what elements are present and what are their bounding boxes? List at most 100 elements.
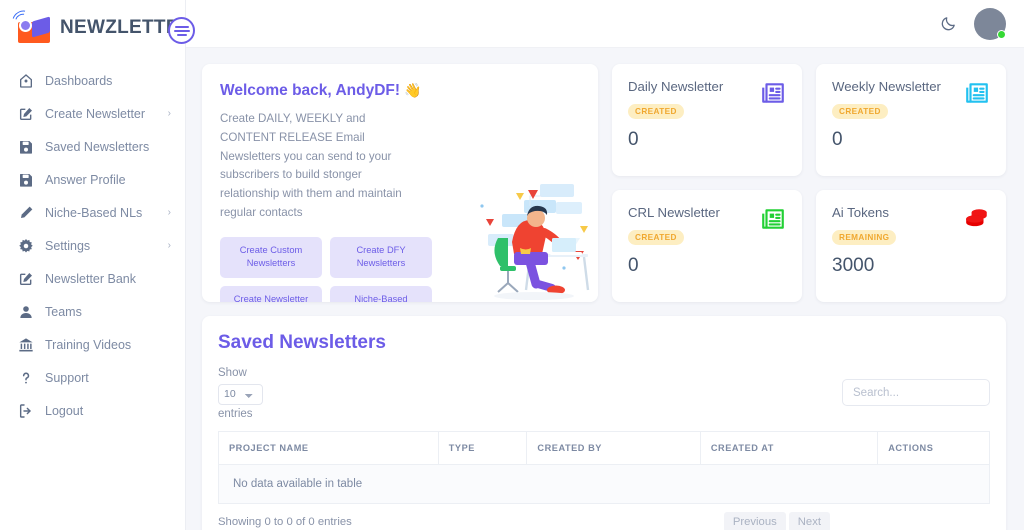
newspaper-icon — [760, 206, 786, 232]
sidebar-item-saved-newsletters[interactable]: Saved Newsletters — [0, 130, 185, 163]
status-badge: CREATED — [832, 104, 888, 119]
stat-card-ai-tokens: Ai Tokens REMAINING 3000 — [816, 190, 1006, 302]
table-row: No data available in table — [218, 464, 990, 505]
stat-card-daily-newsletter: Daily Newsletter CREATED 0 — [612, 64, 802, 176]
sidebar-item-support[interactable]: Support — [0, 361, 185, 394]
show-label: Show — [218, 367, 247, 379]
status-badge: REMAINING — [832, 230, 897, 245]
welcome-title: Welcome back, AndyDF! 👋 — [220, 82, 598, 100]
stat-card-value: 0 — [628, 255, 639, 276]
stat-card-crl-newsletter: CRL Newsletter CREATED 0 — [612, 190, 802, 302]
sidebar-item-teams[interactable]: Teams — [0, 295, 185, 328]
column-header-project-name[interactable]: PROJECT NAME — [218, 431, 439, 466]
chevron-right-icon: › — [167, 107, 171, 119]
table-body: No data available in table — [218, 464, 990, 505]
welcome-description: Create DAILY, WEEKLY and CONTENT RELEASE… — [220, 112, 402, 219]
sidebar-item-label: Create Newsletter — [45, 106, 146, 121]
sidebar-item-label: Dashboards — [45, 73, 113, 88]
person-at-desk-illustration-icon — [468, 166, 598, 302]
status-badge: CREATED — [628, 230, 684, 245]
online-status-dot — [997, 29, 1006, 39]
sidebar-item-settings[interactable]: Settings › — [0, 229, 185, 262]
pencil-icon — [17, 204, 34, 221]
sidebar-item-answer-profile[interactable]: Answer Profile — [0, 163, 185, 196]
stat-card-value: 3000 — [832, 255, 875, 276]
stat-card-weekly-newsletter: Weekly Newsletter CREATED 0 — [816, 64, 1006, 176]
entries-length-select[interactable]: 10 25 50 100 — [218, 383, 263, 405]
save-disk-icon — [17, 171, 34, 188]
sidebar-item-logout[interactable]: Logout — [0, 394, 185, 427]
home-icon — [17, 72, 34, 89]
moon-icon[interactable] — [937, 13, 959, 35]
sidebar-item-create-newsletter[interactable]: Create Newsletter › — [0, 97, 185, 130]
entries-length-control: Show 10 25 50 100 entries — [218, 366, 263, 422]
create-newsletter-bank-button[interactable]: Create Newsletter Bank — [220, 285, 322, 302]
edit-square-icon — [17, 270, 34, 287]
save-disk-icon — [17, 138, 34, 155]
status-badge: CREATED — [628, 104, 684, 119]
sidebar-item-newsletter-bank[interactable]: Newsletter Bank — [0, 262, 185, 295]
sidebar-item-label: Niche-Based NLs — [45, 205, 143, 220]
stat-cards-grid: Daily Newsletter CREATED 0 Weekly Newsle… — [612, 64, 1006, 302]
search-input[interactable] — [842, 379, 990, 406]
sidebar-item-label: Newsletter Bank — [45, 271, 137, 286]
column-header-created-at[interactable]: CREATED AT — [699, 431, 879, 466]
edit-square-icon — [17, 105, 34, 122]
chevron-right-icon: › — [167, 239, 171, 251]
empty-table-message: No data available in table — [218, 464, 990, 505]
coins-icon — [964, 206, 990, 232]
niche-based-newsletter-button[interactable]: Niche-Based Newsletter — [330, 285, 432, 302]
entries-label: entries — [218, 407, 253, 420]
logout-icon — [17, 402, 34, 419]
content-area: Welcome back, AndyDF! 👋 Create DAILY, WE… — [186, 48, 1024, 530]
hamburger-menu-icon[interactable] — [168, 17, 195, 44]
sidebar-item-label: Support — [45, 370, 89, 385]
table-head: PROJECT NAME TYPE CREATED BY CREATED AT … — [218, 431, 990, 466]
sidebar-item-label: Teams — [45, 304, 82, 319]
newspaper-icon — [760, 80, 786, 106]
welcome-card: Welcome back, AndyDF! 👋 Create DAILY, WE… — [202, 64, 598, 302]
page-title: Saved Newsletters — [218, 332, 386, 353]
table-controls: Show 10 25 50 100 entries — [218, 366, 990, 422]
sidebar-item-label: Settings — [45, 238, 91, 253]
sidebar: NEWZLETTER Dashboards Create Newsletter … — [0, 0, 193, 530]
next-page-button[interactable]: Next — [788, 512, 830, 530]
stat-card-value: 0 — [832, 129, 843, 150]
pagination: Previous Next — [723, 512, 830, 530]
column-header-type[interactable]: TYPE — [437, 431, 528, 466]
column-header-created-by[interactable]: CREATED BY — [526, 431, 701, 466]
showing-entries-info: Showing 0 to 0 of 0 entries — [218, 516, 352, 529]
main-area: Welcome back, AndyDF! 👋 Create DAILY, WE… — [186, 0, 1024, 530]
quick-actions: Create Custom Newsletters Create DFY New… — [220, 236, 432, 302]
sidebar-item-label: Saved Newsletters — [45, 139, 150, 154]
question-mark-icon — [17, 369, 34, 386]
sidebar-item-dashboards[interactable]: Dashboards — [0, 64, 185, 97]
topbar — [186, 0, 1024, 48]
top-row: Welcome back, AndyDF! 👋 Create DAILY, WE… — [202, 64, 1006, 302]
previous-page-button[interactable]: Previous — [723, 512, 786, 530]
user-icon — [17, 303, 34, 320]
sidebar-item-label: Logout — [45, 403, 84, 418]
envelope-signal-logo-icon — [9, 6, 52, 43]
newspaper-icon — [964, 80, 990, 106]
sidebar-item-label: Answer Profile — [45, 172, 126, 187]
bank-icon — [17, 336, 34, 353]
create-custom-newsletters-button[interactable]: Create Custom Newsletters — [220, 236, 322, 278]
table-footer: Showing 0 to 0 of 0 entries Previous Nex… — [218, 504, 990, 530]
table-header-row: PROJECT NAME TYPE CREATED BY CREATED AT … — [218, 431, 990, 466]
chevron-right-icon: › — [167, 206, 171, 218]
gear-icon — [17, 237, 34, 254]
saved-newsletters-panel: Saved Newsletters Show 10 25 50 100 entr… — [202, 316, 1006, 530]
avatar[interactable] — [974, 7, 1006, 40]
column-header-actions[interactable]: ACTIONS — [877, 431, 990, 466]
brand-logo-area[interactable]: NEWZLETTER — [0, 0, 193, 56]
sidebar-item-training-videos[interactable]: Training Videos — [0, 328, 185, 361]
welcome-title-text: Welcome back, AndyDF! — [220, 82, 401, 99]
stat-card-value: 0 — [628, 129, 639, 150]
sidebar-nav: Dashboards Create Newsletter › Saved New… — [0, 56, 185, 427]
sidebar-item-label: Training Videos — [45, 337, 132, 352]
create-dfy-newsletters-button[interactable]: Create DFY Newsletters — [330, 236, 432, 278]
waving-hand-emoji: 👋 — [404, 82, 422, 98]
sidebar-item-niche-based-nls[interactable]: Niche-Based NLs › — [0, 196, 185, 229]
dashboard-page: NEWZLETTER Dashboards Create Newsletter … — [0, 0, 1024, 530]
